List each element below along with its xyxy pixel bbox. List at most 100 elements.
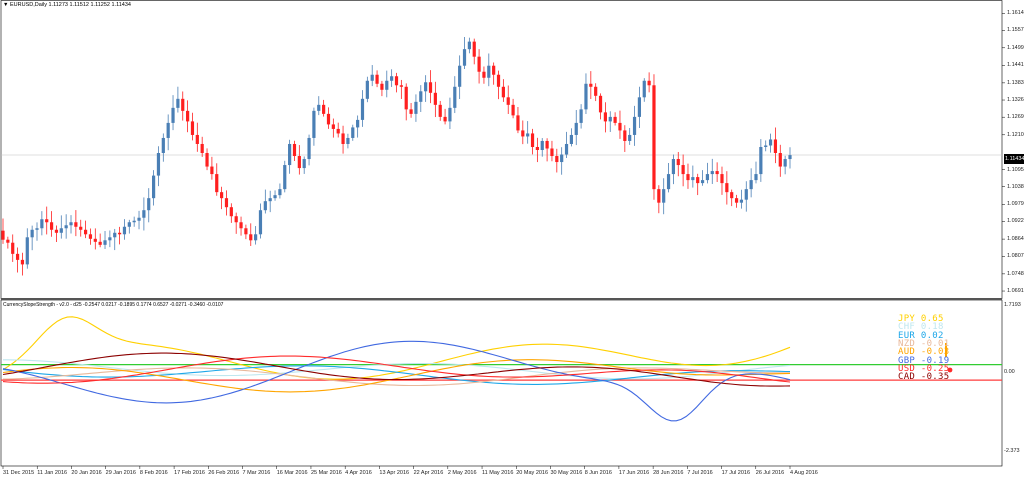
bear-candle [336, 128, 340, 134]
price-tick-label: 1.08640 [1007, 236, 1024, 243]
chart-frame [0, 0, 1005, 469]
legend-value: -0.35 [920, 372, 950, 383]
bear-candle [696, 177, 700, 184]
bear-candle [778, 153, 782, 167]
bear-candle [715, 171, 719, 175]
bull-candle [628, 134, 632, 141]
bull-candle [40, 219, 44, 229]
bear-candle [686, 174, 690, 181]
date-tick-label: 20 Jan 2016 [71, 470, 102, 476]
bull-candle [113, 232, 117, 238]
bear-candle [49, 222, 54, 230]
bear-candle [623, 130, 627, 141]
bull-candle [132, 220, 136, 223]
chart-canvas[interactable] [0, 0, 1024, 479]
price-tick-label: 1.16140 [1007, 10, 1024, 17]
price-tick-label: 1.14995 [1007, 44, 1024, 51]
date-tick-label: 30 May 2016 [550, 470, 583, 476]
bull-candle [744, 189, 748, 200]
bear-candle [117, 232, 122, 235]
bull-candle [700, 180, 705, 184]
bear-candle [326, 113, 331, 125]
date-tick-label: 20 May 2016 [516, 470, 549, 476]
indicator-axis-top: 1.7193 [1004, 302, 1021, 308]
bull-candle [710, 171, 714, 175]
price-tick-label: 1.09790 [1007, 201, 1024, 208]
bull-candle [584, 83, 588, 110]
bear-candle [603, 112, 607, 122]
bull-candle [705, 174, 710, 181]
bull-candle [637, 97, 642, 117]
bear-candle [773, 139, 778, 154]
bear-candle [181, 98, 185, 111]
date-tick-label: 7 Jul 2016 [687, 470, 713, 476]
bull-candle [127, 222, 131, 227]
bull-candle [560, 154, 564, 163]
date-tick-label: 26 Feb 2016 [208, 470, 240, 476]
bull-candle [788, 155, 792, 160]
bull-candle [608, 116, 612, 122]
bull-candle [64, 225, 68, 229]
price-tick-label: 1.14415 [1007, 62, 1024, 69]
bear-candle [394, 76, 399, 86]
bull-candle [783, 159, 787, 167]
bear-candle [589, 83, 593, 87]
price-tick-label: 1.07485 [1007, 270, 1024, 277]
price-tick-label: 1.15570 [1007, 27, 1024, 34]
bear-candle [647, 80, 651, 86]
bear-candle [409, 109, 413, 114]
legend-cad: CAD -0.35 [898, 372, 949, 382]
bear-candle [244, 228, 248, 235]
bear-candle [530, 133, 535, 147]
bear-candle [79, 226, 83, 230]
chart-window[interactable]: ▼ EURUSD,Daily 1.11273 1.11512 1.11252 1… [0, 0, 1024, 479]
bull-candle [312, 110, 316, 138]
bull-candle [273, 195, 277, 199]
date-tick-label: 28 Jun 2016 [653, 470, 684, 476]
date-tick-label: 22 Apr 2016 [413, 470, 444, 476]
bull-candle [759, 146, 763, 175]
bull-candle [739, 199, 744, 203]
bear-candle [516, 115, 520, 131]
bear-candle [550, 148, 554, 157]
bull-candle [526, 133, 530, 137]
bear-candle [506, 97, 510, 105]
bear-candle [438, 104, 442, 117]
bear-candle [200, 143, 204, 154]
bull-candle [569, 134, 573, 144]
legend-currency: CAD [898, 372, 921, 383]
bull-candle [35, 228, 39, 230]
date-tick-label: 8 Feb 2016 [139, 470, 168, 476]
bear-candle [45, 219, 49, 223]
bull-candle [448, 107, 452, 122]
bull-candle [671, 159, 676, 175]
bull-candle [137, 217, 141, 221]
bear-candle [224, 198, 229, 208]
bear-candle [501, 86, 505, 98]
bear-candle [331, 124, 335, 129]
bull-candle [346, 137, 350, 144]
bull-candle [25, 237, 29, 265]
bull-candle [385, 80, 389, 90]
date-tick-label: 8 Jun 2016 [584, 470, 612, 476]
date-tick-label: 29 Jan 2016 [105, 470, 136, 476]
bear-candle [11, 242, 15, 254]
bull-candle [768, 139, 773, 146]
bull-candle [356, 119, 360, 128]
indicator-lines [2, 316, 953, 422]
dropdown-triangle-icon[interactable]: ▼ [3, 2, 8, 8]
bear-candle [730, 192, 734, 199]
bull-candle [564, 143, 569, 155]
bull-candle [764, 145, 768, 147]
bear-candle [210, 166, 214, 175]
date-tick-label: 11 May 2016 [482, 470, 514, 476]
date-tick-label: 11 Jan 2016 [37, 470, 68, 476]
bear-candle [229, 207, 233, 217]
bear-candle [93, 238, 97, 242]
bull-candle [642, 80, 646, 98]
bull-candle [151, 175, 156, 199]
bear-candle [195, 134, 199, 144]
bull-candle [283, 165, 287, 190]
bear-candle [681, 165, 685, 175]
bear-candle [652, 85, 656, 190]
